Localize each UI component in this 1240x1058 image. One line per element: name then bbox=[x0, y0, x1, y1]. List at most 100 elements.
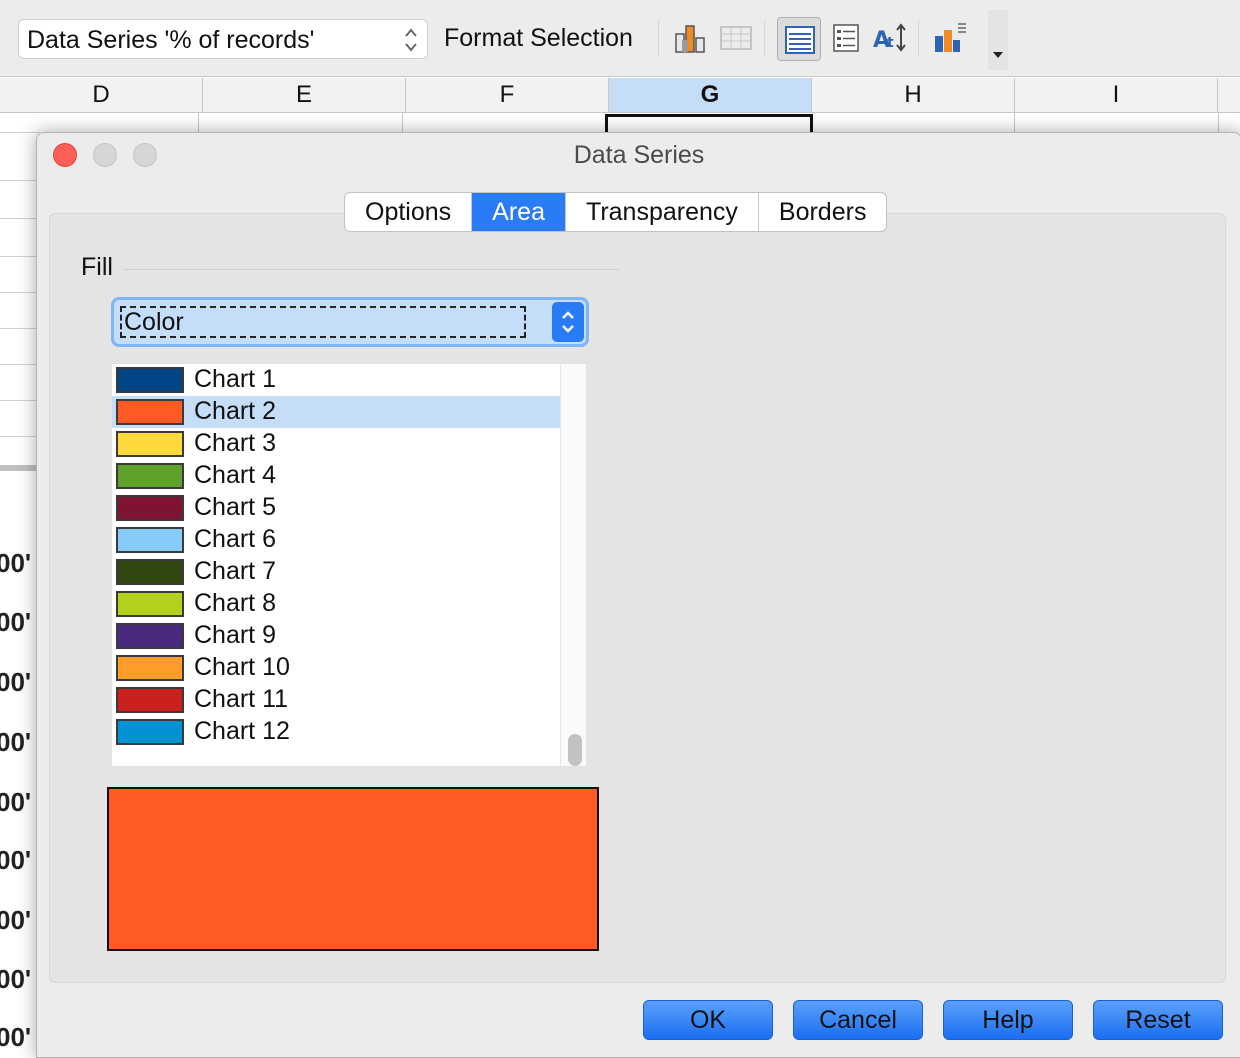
chevron-up-down-icon bbox=[405, 28, 417, 52]
fill-type-value: Color bbox=[120, 306, 526, 338]
toolbar-separator bbox=[658, 20, 659, 56]
chart-toolbar: Data Series '% of records' Format Select… bbox=[0, 0, 1240, 77]
select-chart-element-value: Data Series '% of records' bbox=[27, 26, 315, 54]
tab-transparency[interactable]: Transparency bbox=[566, 193, 759, 231]
help-button[interactable]: Help bbox=[943, 1000, 1073, 1040]
color-name-label: Chart 6 bbox=[194, 525, 276, 553]
grid-line bbox=[0, 292, 40, 293]
color-list-item[interactable]: Chart 9 bbox=[112, 620, 560, 652]
reset-button[interactable]: Reset bbox=[1093, 1000, 1223, 1040]
grid-line bbox=[0, 400, 40, 401]
more-options-button[interactable] bbox=[988, 10, 1008, 70]
color-list-item[interactable]: Chart 10 bbox=[112, 652, 560, 684]
color-palette-list[interactable]: Chart 1 Chart 2 Chart 3 Chart 4 Chart 5 Chart… bbox=[111, 363, 587, 767]
svg-text:t: t bbox=[887, 35, 894, 51]
color-name-label: Chart 9 bbox=[194, 621, 276, 649]
grid-line bbox=[0, 132, 40, 133]
axis-tick-label: 00' bbox=[0, 845, 32, 875]
column-header[interactable]: I bbox=[1015, 78, 1218, 112]
section-divider bbox=[123, 269, 619, 270]
grid-line bbox=[0, 218, 40, 219]
axis-tick-label: 00' bbox=[0, 548, 32, 578]
tab-area[interactable]: Area bbox=[472, 193, 566, 231]
toolbar-separator bbox=[918, 20, 919, 56]
color-swatch bbox=[116, 591, 184, 617]
scrollbar[interactable] bbox=[560, 364, 586, 766]
dialog-title: Data Series bbox=[573, 141, 705, 169]
color-name-label: Chart 3 bbox=[194, 429, 276, 457]
color-name-label: Chart 1 bbox=[194, 365, 276, 393]
scrollbar-thumb[interactable] bbox=[568, 734, 582, 766]
cancel-button[interactable]: Cancel bbox=[793, 1000, 923, 1040]
color-swatch bbox=[116, 463, 184, 489]
axis-tick-label: 00' bbox=[0, 905, 32, 935]
color-list-item[interactable]: Chart 7 bbox=[112, 556, 560, 588]
tab-borders[interactable]: Borders bbox=[759, 193, 887, 231]
color-list-item[interactable]: Chart 8 bbox=[112, 588, 560, 620]
chart-elements-icon[interactable] bbox=[932, 20, 968, 56]
data-series-dialog: Data Series Options Area Transparency Bo… bbox=[36, 132, 1240, 1058]
grid-line bbox=[0, 436, 40, 437]
toolbar-separator bbox=[764, 20, 765, 56]
color-list-item[interactable]: Chart 12 bbox=[112, 716, 560, 748]
color-list-item[interactable]: Chart 3 bbox=[112, 428, 560, 460]
color-swatch bbox=[116, 687, 184, 713]
text-scale-icon[interactable]: A t bbox=[872, 20, 908, 56]
axis-tick-label: 00' bbox=[0, 964, 32, 994]
color-swatch bbox=[116, 623, 184, 649]
color-name-label: Chart 5 bbox=[194, 493, 276, 521]
grid-line bbox=[0, 364, 40, 365]
color-list-item[interactable]: Chart 6 bbox=[112, 524, 560, 556]
select-chart-element-dropdown[interactable]: Data Series '% of records' bbox=[18, 19, 428, 59]
legend-on-off-button[interactable] bbox=[777, 17, 821, 61]
color-name-label: Chart 7 bbox=[194, 557, 276, 585]
chevron-up-down-icon bbox=[562, 311, 574, 333]
fill-preview bbox=[107, 787, 599, 951]
color-swatch bbox=[116, 559, 184, 585]
color-name-label: Chart 12 bbox=[194, 717, 290, 745]
fill-section-label: Fill bbox=[81, 253, 113, 281]
fill-type-dropdown[interactable]: Color bbox=[111, 297, 589, 347]
data-table-icon[interactable] bbox=[718, 20, 754, 56]
chart-border bbox=[0, 465, 40, 471]
axis-tick-label: 00' bbox=[0, 1022, 32, 1052]
color-list-item[interactable]: Chart 11 bbox=[112, 684, 560, 716]
column-header-row: D E F G H I bbox=[0, 78, 1240, 113]
format-selection-button[interactable]: Format Selection bbox=[444, 24, 633, 53]
axis-tick-label: 00' bbox=[0, 727, 32, 757]
grid-line bbox=[0, 180, 40, 181]
grid-line bbox=[0, 256, 40, 257]
tab-bar: Options Area Transparency Borders bbox=[344, 192, 888, 232]
chart-type-icon[interactable] bbox=[672, 20, 708, 56]
color-swatch bbox=[116, 367, 184, 393]
axis-tick-label: 00' bbox=[0, 787, 32, 817]
legend-icon[interactable] bbox=[828, 20, 864, 56]
column-header-selected[interactable]: G bbox=[609, 78, 812, 112]
column-header[interactable]: H bbox=[812, 78, 1015, 112]
color-list-item[interactable]: Chart 5 bbox=[112, 492, 560, 524]
color-swatch bbox=[116, 527, 184, 553]
color-list-item[interactable]: Chart 2 bbox=[112, 396, 560, 428]
color-swatch bbox=[116, 431, 184, 457]
tab-options[interactable]: Options bbox=[345, 193, 473, 231]
grid-line bbox=[0, 328, 40, 329]
more-options-icon bbox=[993, 52, 1003, 58]
color-list-item[interactable]: Chart 1 bbox=[112, 364, 560, 396]
color-swatch bbox=[116, 399, 184, 425]
color-items-container: Chart 1 Chart 2 Chart 3 Chart 4 Chart 5 Chart… bbox=[112, 364, 586, 748]
color-swatch bbox=[116, 719, 184, 745]
color-name-label: Chart 2 bbox=[194, 397, 276, 425]
color-list-item[interactable]: Chart 4 bbox=[112, 460, 560, 492]
dropdown-stepper[interactable] bbox=[552, 302, 584, 342]
column-header[interactable]: E bbox=[203, 78, 406, 112]
color-swatch bbox=[116, 495, 184, 521]
axis-tick-label: 00' bbox=[0, 607, 32, 637]
ok-button[interactable]: OK bbox=[643, 1000, 773, 1040]
column-header[interactable]: F bbox=[406, 78, 609, 112]
dialog-titlebar[interactable]: Data Series bbox=[37, 133, 1240, 179]
legend-on-off-icon bbox=[785, 26, 815, 54]
color-name-label: Chart 8 bbox=[194, 589, 276, 617]
color-swatch bbox=[116, 655, 184, 681]
axis-tick-label: 00' bbox=[0, 667, 32, 697]
column-header[interactable]: D bbox=[0, 78, 203, 112]
